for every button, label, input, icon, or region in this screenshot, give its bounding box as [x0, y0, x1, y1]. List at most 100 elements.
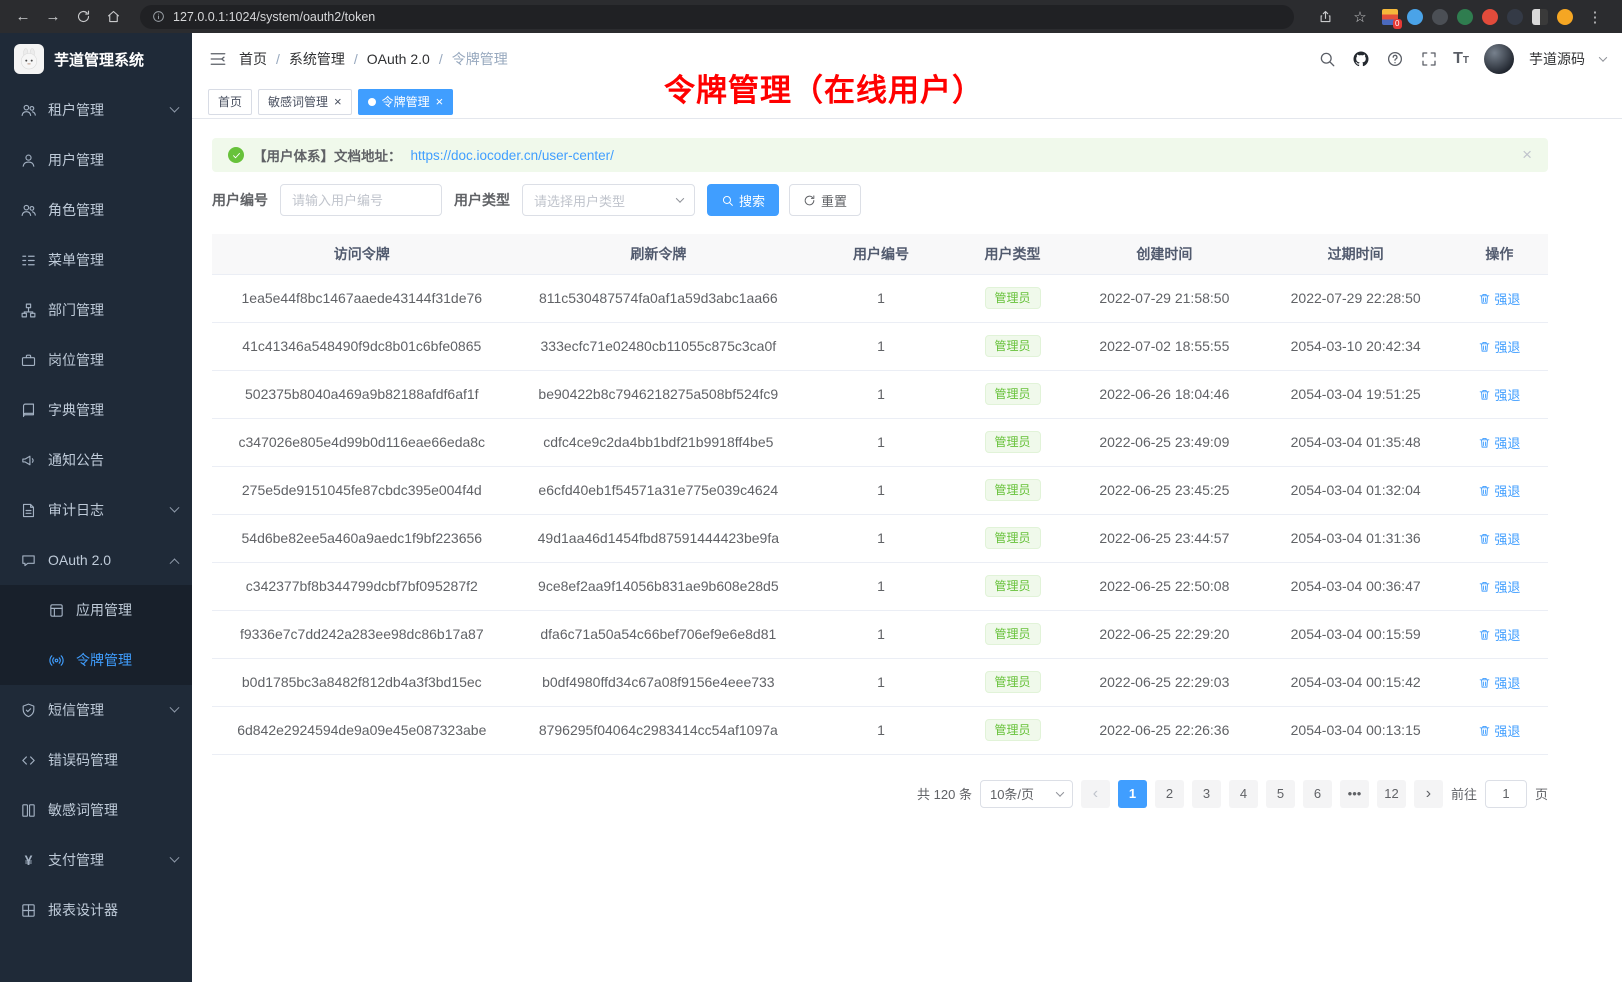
- user-id-cell: 1: [805, 322, 957, 370]
- font-size-icon[interactable]: TT: [1453, 50, 1469, 68]
- sidebar-item[interactable]: 岗位管理: [0, 335, 192, 385]
- back-icon[interactable]: ←: [10, 5, 36, 29]
- sidebar: 芋道管理系统 租户管理用户管理角色管理菜单管理部门管理岗位管理字典管理通知公告审…: [0, 33, 192, 982]
- share-icon[interactable]: [1312, 5, 1338, 29]
- sidebar-item[interactable]: 短信管理: [0, 685, 192, 735]
- force-logout-icon: [1478, 532, 1491, 545]
- hamburger-icon[interactable]: [208, 50, 227, 69]
- app-logo-icon: [14, 44, 44, 74]
- page-button[interactable]: 4: [1229, 780, 1258, 808]
- doc-link[interactable]: https://doc.iocoder.cn/user-center/: [411, 148, 614, 163]
- close-icon[interactable]: ×: [334, 95, 342, 108]
- breadcrumb-item[interactable]: OAuth 2.0: [367, 51, 430, 67]
- force-logout-link[interactable]: 强退: [1478, 673, 1520, 692]
- more-pages-button[interactable]: •••: [1340, 780, 1369, 808]
- expires-at-cell: 2054-03-04 00:15:42: [1261, 658, 1451, 706]
- user-name[interactable]: 芋道源码: [1529, 49, 1585, 69]
- tree-icon: [20, 252, 37, 269]
- page-size-select[interactable]: 10条/页: [980, 780, 1073, 808]
- next-page-button[interactable]: ›: [1414, 780, 1443, 808]
- action-cell: 强退: [1451, 562, 1548, 610]
- user-type-cell: 管理员: [957, 418, 1068, 466]
- close-icon[interactable]: ×: [1522, 145, 1532, 165]
- sidebar-item[interactable]: 角色管理: [0, 185, 192, 235]
- sidebar-item[interactable]: 令牌管理: [0, 635, 192, 685]
- page-button[interactable]: 5: [1266, 780, 1295, 808]
- force-logout-link[interactable]: 强退: [1478, 721, 1520, 740]
- shield-icon: [20, 702, 37, 719]
- sidebar-item-label: 角色管理: [48, 200, 178, 220]
- sidebar-item[interactable]: OAuth 2.0: [0, 535, 192, 585]
- column-header: 用户编号: [805, 234, 957, 274]
- force-logout-link[interactable]: 强退: [1478, 577, 1520, 596]
- help-icon[interactable]: [1385, 50, 1404, 69]
- page-button[interactable]: 12: [1377, 780, 1406, 808]
- user-id-input[interactable]: [280, 184, 442, 216]
- profile-avatar-icon[interactable]: [1557, 9, 1573, 25]
- extension-icon[interactable]: [1532, 9, 1548, 25]
- home-icon[interactable]: [100, 5, 126, 29]
- bookmark-star-icon[interactable]: ☆: [1347, 5, 1373, 29]
- sidebar-item[interactable]: 部门管理: [0, 285, 192, 335]
- sidebar-item[interactable]: 字典管理: [0, 385, 192, 435]
- extension-icon[interactable]: [1407, 9, 1423, 25]
- breadcrumb-item[interactable]: 系统管理: [289, 49, 345, 69]
- tab-item[interactable]: 令牌管理×: [358, 89, 454, 115]
- search-button[interactable]: 搜索: [707, 184, 779, 216]
- user-type-select[interactable]: 请选择用户类型: [522, 184, 695, 216]
- extension-icon[interactable]: [1382, 9, 1398, 25]
- action-cell: 强退: [1451, 658, 1548, 706]
- reset-button[interactable]: 重置: [789, 184, 861, 216]
- page-button[interactable]: 6: [1303, 780, 1332, 808]
- sidebar-item[interactable]: 通知公告: [0, 435, 192, 485]
- force-logout-link[interactable]: 强退: [1478, 385, 1520, 404]
- expires-at-cell: 2054-03-04 01:31:36: [1261, 514, 1451, 562]
- user-avatar[interactable]: [1484, 44, 1514, 74]
- prev-page-button[interactable]: ‹: [1081, 780, 1110, 808]
- reload-icon[interactable]: [70, 5, 96, 29]
- users-icon: [20, 202, 37, 219]
- sidebar-item[interactable]: ¥支付管理: [0, 835, 192, 885]
- sidebar-item-label: 用户管理: [48, 150, 178, 170]
- force-logout-icon: [1478, 484, 1491, 497]
- sidebar-item[interactable]: 报表设计器: [0, 885, 192, 935]
- close-icon[interactable]: ×: [436, 95, 444, 108]
- column-header: 操作: [1451, 234, 1548, 274]
- sidebar-item[interactable]: 菜单管理: [0, 235, 192, 285]
- sidebar-item[interactable]: 敏感词管理: [0, 785, 192, 835]
- search-icon[interactable]: [1317, 50, 1336, 69]
- force-logout-link[interactable]: 强退: [1478, 625, 1520, 644]
- force-logout-link[interactable]: 强退: [1478, 289, 1520, 308]
- sidebar-item[interactable]: 用户管理: [0, 135, 192, 185]
- github-icon[interactable]: [1351, 50, 1370, 69]
- sidebar-item[interactable]: 错误码管理: [0, 735, 192, 785]
- breadcrumb-separator: /: [276, 51, 280, 67]
- expires-at-cell: 2022-07-29 22:28:50: [1261, 274, 1451, 322]
- sidebar-item[interactable]: 应用管理: [0, 585, 192, 635]
- force-logout-link[interactable]: 强退: [1478, 433, 1520, 452]
- page-button[interactable]: 3: [1192, 780, 1221, 808]
- tab-item[interactable]: 敏感词管理×: [258, 89, 352, 115]
- sidebar-item[interactable]: 租户管理: [0, 85, 192, 135]
- breadcrumb-item[interactable]: 首页: [239, 49, 267, 69]
- extension-icon[interactable]: [1432, 9, 1448, 25]
- force-logout-link[interactable]: 强退: [1478, 481, 1520, 500]
- chevron-down-icon[interactable]: [1599, 53, 1607, 61]
- force-logout-link[interactable]: 强退: [1478, 529, 1520, 548]
- forward-icon[interactable]: →: [40, 5, 66, 29]
- browser-menu-icon[interactable]: ⋮: [1582, 5, 1608, 29]
- goto-page-input[interactable]: [1485, 780, 1527, 808]
- force-logout-link[interactable]: 强退: [1478, 337, 1520, 356]
- extension-icon[interactable]: [1482, 9, 1498, 25]
- created-at-cell: 2022-06-25 22:26:36: [1068, 706, 1260, 754]
- fullscreen-icon[interactable]: [1419, 50, 1438, 69]
- sidebar-item[interactable]: 审计日志: [0, 485, 192, 535]
- extension-icon[interactable]: [1507, 9, 1523, 25]
- chevron-down-icon: [676, 194, 684, 202]
- extension-icon[interactable]: [1457, 9, 1473, 25]
- page-button[interactable]: 1: [1118, 780, 1147, 808]
- url-bar[interactable]: 127.0.0.1:1024/system/oauth2/token: [140, 5, 1294, 29]
- tab-item[interactable]: 首页: [208, 89, 252, 115]
- page-button[interactable]: 2: [1155, 780, 1184, 808]
- access-token-cell: 6d842e2924594de9a09e45e087323abe: [212, 706, 512, 754]
